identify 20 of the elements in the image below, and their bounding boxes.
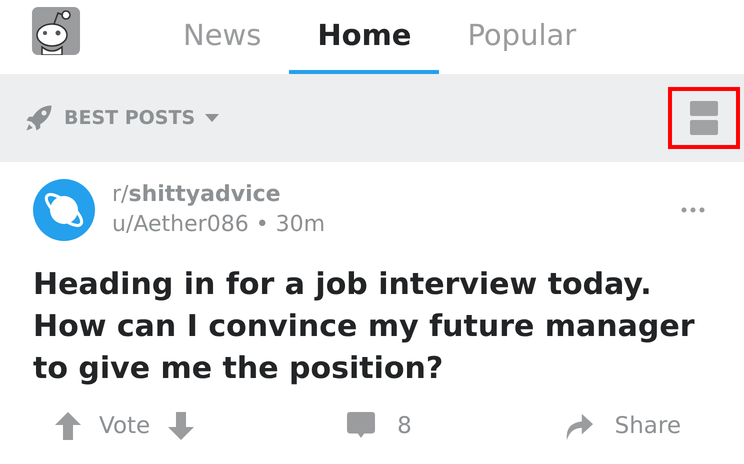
card-view-icon [690, 101, 718, 135]
sort-dropdown[interactable]: BEST POSTS [24, 103, 220, 133]
subreddit-link[interactable]: r/shittyadvice [112, 180, 664, 210]
share-button[interactable]: Share [564, 412, 681, 440]
downvote-icon[interactable] [168, 412, 194, 440]
planet-icon[interactable] [33, 179, 95, 241]
post-title[interactable]: Heading in for a job interview today. How can I convince my future manager to give me the position? [33, 264, 713, 390]
caret-icon [205, 114, 220, 122]
rocket-icon [24, 103, 54, 133]
share-icon [564, 412, 593, 440]
post-byline: u/Aether086 • 30m [112, 211, 326, 239]
comment-icon [347, 412, 376, 440]
upvote-icon[interactable] [55, 412, 81, 440]
vote-label: Vote [99, 413, 150, 439]
mascot-icon[interactable] [32, 7, 80, 55]
view-toggle-button[interactable] [668, 87, 740, 149]
comments-button[interactable]: 8 [347, 412, 412, 440]
nav-tab[interactable]: News [155, 0, 290, 74]
nav-tab[interactable]: Popular [439, 0, 604, 74]
more-icon[interactable] [681, 207, 705, 213]
